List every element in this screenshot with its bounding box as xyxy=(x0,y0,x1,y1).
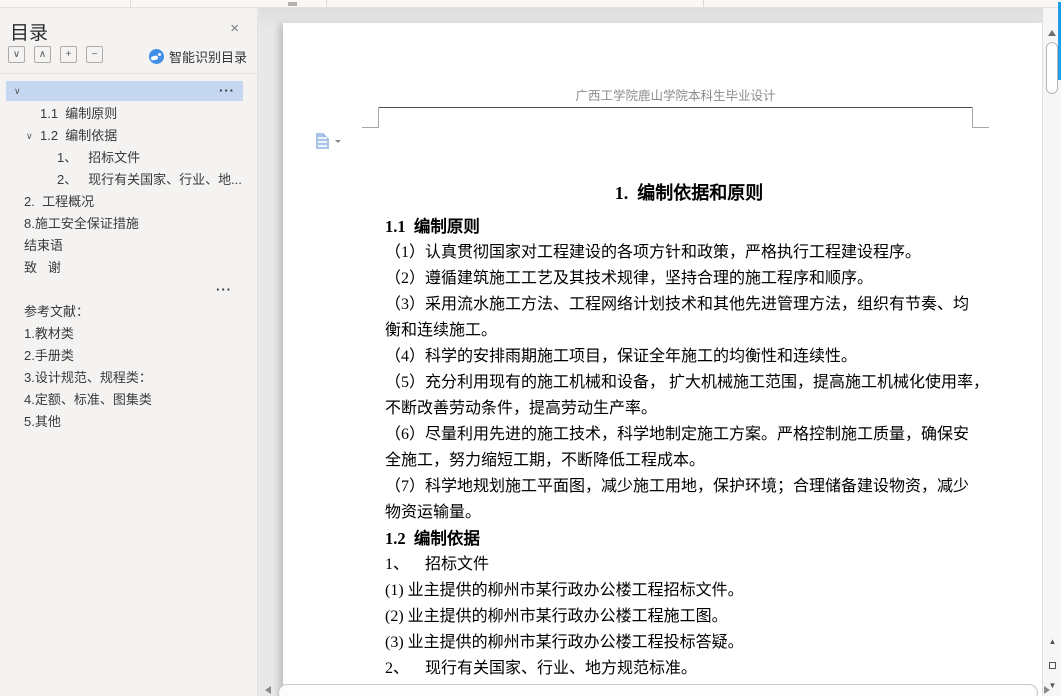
toc-item[interactable]: 5.其他 xyxy=(0,411,258,433)
expand-down-button[interactable]: ∨ xyxy=(8,46,25,63)
app-window: 目录 × ∨ ∧ + − 智能识别目录 ∨ ··· 1.1 编制原则 ∨ 1.2 编制依据 1、… xyxy=(0,0,1061,696)
document-text: 1. 编制依据和原则 1.1 编制原则 （1）认真贯彻国家对工程建设的各项方针和政策… xyxy=(385,178,993,696)
vertical-scrollbar-thumb[interactable] xyxy=(1046,42,1058,94)
smart-recognize-button[interactable]: 智能识别目录 xyxy=(148,47,247,66)
chevron-down-icon[interactable]: ∨ xyxy=(26,125,33,147)
paragraph-line: 物资运输量。 xyxy=(385,504,482,521)
toc-panel-title: 目录 xyxy=(10,23,49,44)
toc-item-selected[interactable]: ∨ ··· xyxy=(6,81,243,101)
toc-item[interactable]: 结束语 xyxy=(0,235,258,257)
toc-item[interactable]: 参考文献： xyxy=(0,301,258,323)
toc-item-label: 3.设计规范、规程类： xyxy=(24,370,152,385)
strip-separator xyxy=(703,0,704,7)
margin-crop-mark xyxy=(362,127,378,128)
toc-list: ∨ ··· 1.1 编制原则 ∨ 1.2 编制依据 1、 招标文件 2、 现行有关国家、行业… xyxy=(0,81,258,433)
toc-item-label: 参考文献： xyxy=(24,304,90,319)
ruler-grip xyxy=(288,2,297,6)
smart-recognize-label: 智能识别目录 xyxy=(168,50,247,65)
toc-item-label: 8.施工安全保证措施 xyxy=(24,216,139,231)
margin-crop-mark xyxy=(378,107,379,128)
paragraph-line: (2) 业主提供的柳州市某行政办公楼工程施工图。 xyxy=(385,608,728,625)
toc-item[interactable]: ∨ 1.2 编制依据 xyxy=(0,125,258,147)
toc-item-label: 2. 工程概况 xyxy=(24,194,95,209)
ribbon-bottom-strip xyxy=(0,0,1061,8)
chevron-down-icon xyxy=(335,139,341,146)
toc-item-label: 1.1 编制原则 xyxy=(40,106,118,121)
paragraph-line: 不断改善劳动条件，提高劳动生产率。 xyxy=(385,400,658,417)
toc-item[interactable]: 2、 现行有关国家、行业、地... xyxy=(0,169,258,191)
toc-item[interactable]: 2. 工程概况 xyxy=(0,191,258,213)
paragraph-line: 衡和连续施工。 xyxy=(385,322,498,339)
paragraph-line: （1）认真贯彻国家对工程建设的各项方针和政策，严格执行工程建设程序。 xyxy=(385,244,922,261)
strip-separator xyxy=(326,0,327,7)
vertical-scrollbar[interactable]: ▲ ▼ xyxy=(1042,8,1061,696)
divider xyxy=(0,73,258,74)
toc-item-label: 1.2 编制依据 xyxy=(40,128,118,143)
more-options-icon[interactable]: ··· xyxy=(219,81,235,101)
paragraph-line: (1) 业主提供的柳州市某行政办公楼工程招标文件。 xyxy=(385,582,744,599)
page-header-text: 广西工学院鹿山学院本科生毕业设计 xyxy=(575,89,776,103)
paragraph-line: （4）科学的安排雨期施工项目，保证全年施工的均衡性和连续性。 xyxy=(385,348,858,365)
select-browse-object-icon[interactable] xyxy=(1049,662,1056,669)
toc-item[interactable]: 3.设计规范、规程类： xyxy=(0,367,258,389)
toc-item[interactable]: 1.教材类 xyxy=(0,323,258,345)
toc-item[interactable]: 致 谢 xyxy=(0,257,258,279)
paragraph-line: 全施工，努力缩短工期，不断降低工程成本。 xyxy=(385,452,706,469)
toc-item-label: 4.定额、标准、图集类 xyxy=(24,392,152,407)
toc-item-label: 1、 招标文件 xyxy=(57,150,141,165)
toc-item-label: 结束语 xyxy=(24,238,64,253)
paragraph-line: （6）尽量利用先进的施工技术，科学地制定施工方案。严格控制施工质量，确保安 xyxy=(385,426,970,443)
close-icon[interactable]: × xyxy=(230,20,239,37)
toc-item-label: 5.其他 xyxy=(24,414,61,429)
toc-toolbar: ∨ ∧ + − xyxy=(8,46,103,63)
toc-more-button[interactable]: ··· xyxy=(0,279,258,301)
toc-item-label: 1.教材类 xyxy=(24,326,74,341)
scroll-up-icon[interactable] xyxy=(1048,26,1056,36)
scroll-right-icon[interactable] xyxy=(1044,686,1054,694)
toc-item[interactable]: 2.手册类 xyxy=(0,345,258,367)
strip-separator xyxy=(130,0,131,7)
toc-item-label: 2.手册类 xyxy=(24,348,74,363)
chevron-down-icon[interactable]: ∨ xyxy=(14,81,21,101)
expand-all-button[interactable]: + xyxy=(60,46,77,63)
paragraph-line: 1、 招标文件 xyxy=(385,556,490,573)
ai-robot-icon xyxy=(148,49,164,64)
header-rule xyxy=(378,107,973,108)
toc-item[interactable]: 1、 招标文件 xyxy=(0,147,258,169)
document-icon xyxy=(316,133,329,149)
paragraph-line: 2、 现行有关国家、行业、地方规范标准。 xyxy=(385,660,698,677)
paragraph-line: （7）科学地规划施工平面图，减少施工用地，保护环境；合理储备建设物资，减少 xyxy=(385,478,970,495)
paragraph-line: （2）遵循建筑施工工艺及其技术规律，坚持合理的施工程序和顺序。 xyxy=(385,270,874,287)
collapse-all-button[interactable]: − xyxy=(86,46,103,63)
toc-item[interactable]: 1.1 编制原则 xyxy=(0,103,258,125)
scroll-left-icon[interactable] xyxy=(261,686,271,694)
toc-item[interactable]: 4.定额、标准、图集类 xyxy=(0,389,258,411)
toc-item[interactable]: 8.施工安全保证措施 xyxy=(0,213,258,235)
toc-item-label: 2、 现行有关国家、行业、地... xyxy=(57,172,242,187)
document-page[interactable]: 广西工学院鹿山学院本科生毕业设计 1. 编制依据和原则 1.1 编制原则 （1）认真… xyxy=(283,23,1042,696)
margin-crop-mark xyxy=(972,107,973,128)
margin-crop-mark xyxy=(973,127,989,128)
heading-options-button[interactable] xyxy=(316,133,341,149)
section-heading: 1.2 编制依据 xyxy=(385,529,480,548)
collapse-up-button[interactable]: ∧ xyxy=(34,46,51,63)
paragraph-line: （5）充分利用现有的施工机械和设备， 扩大机械施工范围，提高施工机械化使用率， xyxy=(385,374,990,391)
section-heading: 1.1 编制原则 xyxy=(385,217,480,236)
toc-item-label: 致 谢 xyxy=(24,260,61,275)
document-title: 1. 编制依据和原则 xyxy=(614,183,764,203)
toc-panel: 目录 × ∨ ∧ + − 智能识别目录 ∨ ··· 1.1 编制原则 ∨ 1.2 编制依据 1、… xyxy=(0,8,258,696)
paragraph-line: （3）采用流水施工方法、工程网络计划技术和其他先进管理方法，组织有节奏、均 xyxy=(385,296,970,313)
horizontal-scrollbar[interactable] xyxy=(278,684,1038,696)
document-canvas: 广西工学院鹿山学院本科生毕业设计 1. 编制依据和原则 1.1 编制原则 （1）认真… xyxy=(259,8,1042,696)
previous-page-icon[interactable]: ▲ xyxy=(1047,636,1058,647)
paragraph-line: (3) 业主提供的柳州市某行政办公楼工程投标答疑。 xyxy=(385,634,744,651)
